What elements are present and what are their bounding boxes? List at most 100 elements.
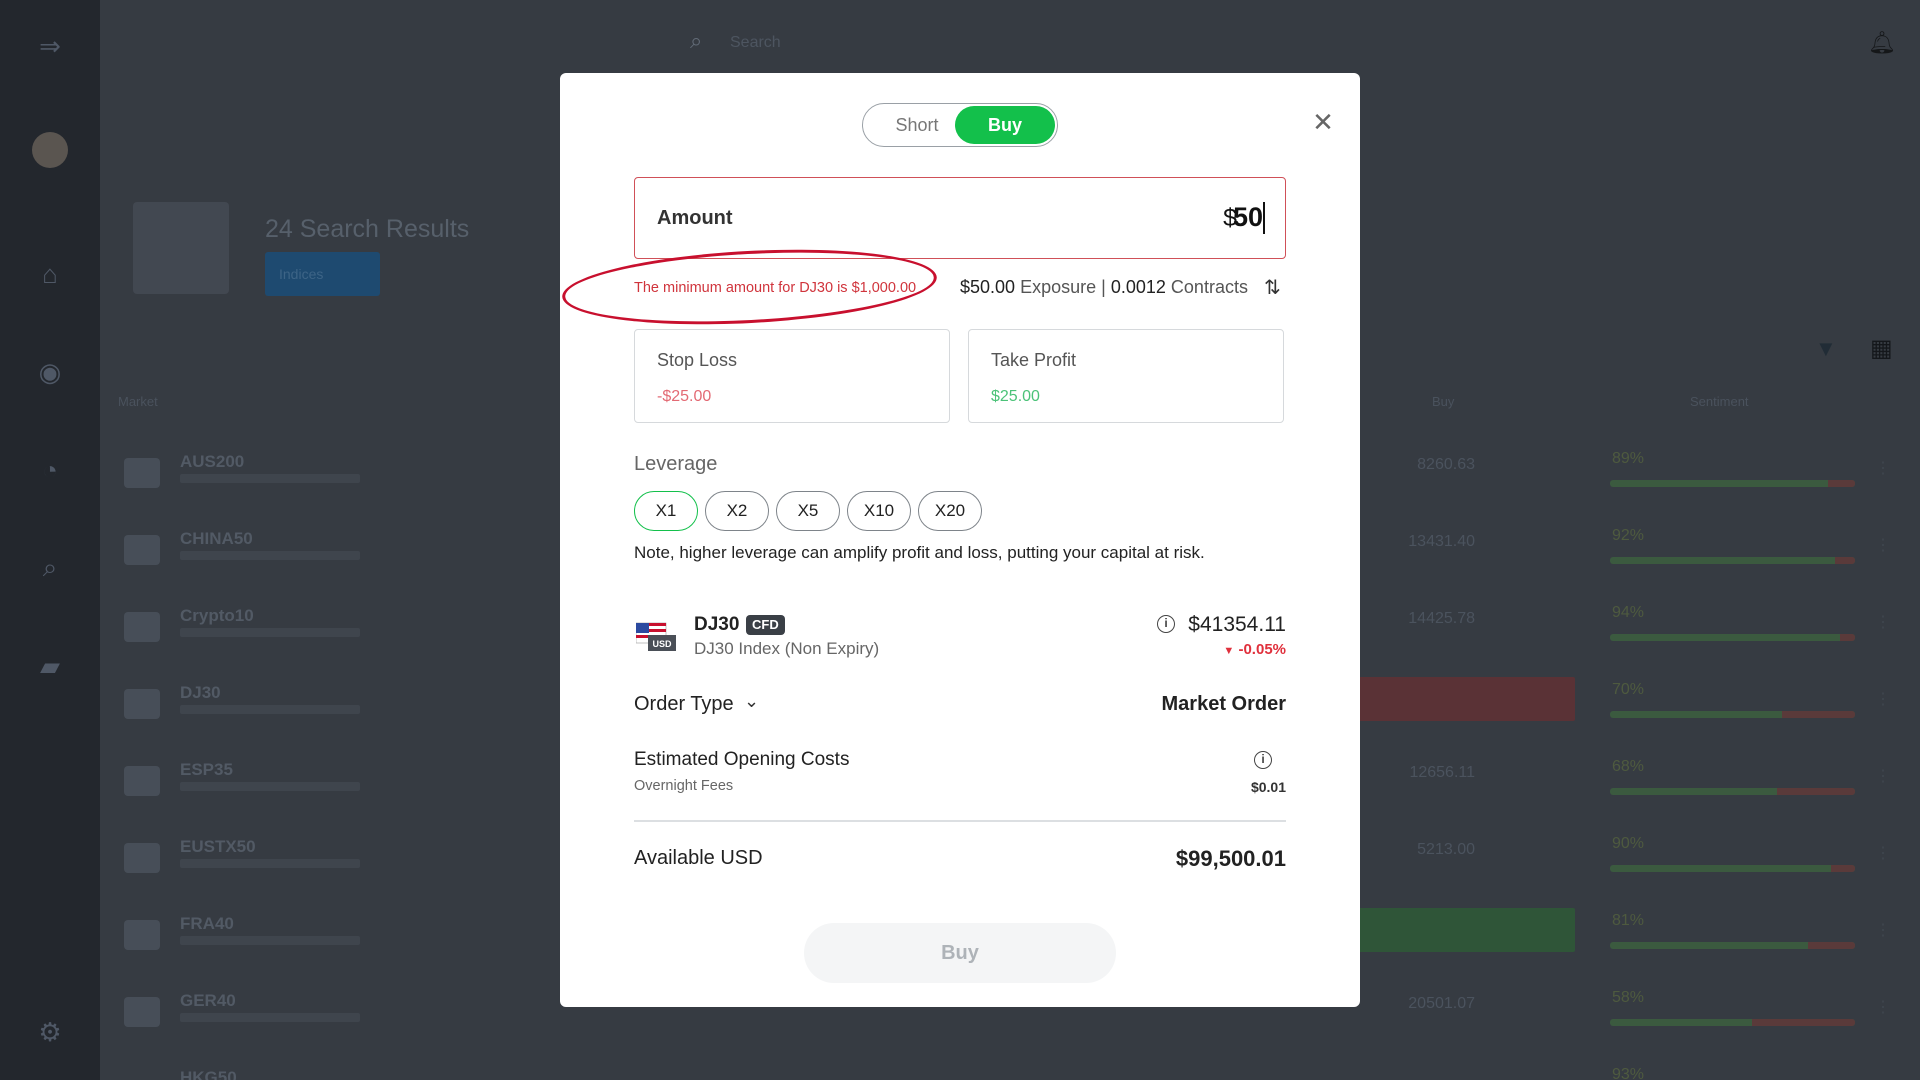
row-menu-icon[interactable]: ⋮	[1875, 766, 1891, 786]
expand-menu-icon[interactable]: ⇒	[30, 26, 70, 66]
order-type-value: Market Order	[1161, 693, 1287, 715]
avatar[interactable]	[32, 132, 68, 168]
search-icon: ⌕	[690, 28, 703, 53]
down-arrow-icon: ▼	[1223, 645, 1235, 657]
leverage-x2-button[interactable]: X2	[705, 491, 769, 531]
trade-modal: Short Buy ✕ Amount $ 50 The minimum amou…	[560, 73, 1360, 1007]
minimum-amount-error: The minimum amount for DJ30 is $1,000.00	[634, 280, 917, 296]
stop-loss-label: Stop Loss	[657, 350, 738, 370]
row-flag	[124, 689, 160, 719]
amount-value[interactable]: 50	[1233, 202, 1263, 233]
grid-view-icon[interactable]: ▦	[1870, 334, 1893, 363]
chevron-down-icon[interactable]: ⌄	[744, 691, 759, 712]
sentiment-bar	[1610, 942, 1855, 949]
row-flag	[124, 535, 160, 565]
stop-loss-field[interactable]: Stop Loss -$25.00	[634, 329, 950, 423]
row-menu-icon[interactable]: ⋮	[1875, 920, 1891, 940]
row-flag	[124, 920, 160, 950]
row-subtitle	[180, 551, 360, 560]
row-subtitle	[180, 474, 360, 483]
costs-info-icon[interactable]: i	[1254, 751, 1272, 769]
order-type-label[interactable]: Order Type	[634, 693, 734, 716]
stop-loss-value: -$25.00	[657, 388, 712, 405]
row-buy-price[interactable]: 20501.07	[1395, 995, 1475, 1013]
row-buy-price[interactable]: 12656.11	[1395, 764, 1475, 782]
cfd-badge: CFD	[746, 615, 785, 635]
column-header-market: Market	[118, 394, 158, 409]
watchlist-icon[interactable]: ◉	[30, 352, 70, 392]
row-menu-icon[interactable]: ⋮	[1875, 612, 1891, 632]
news-icon[interactable]: ▰	[30, 646, 70, 686]
row-flag	[124, 997, 160, 1027]
row-sentiment: 89%	[1612, 450, 1645, 467]
row-menu-icon[interactable]: ⋮	[1875, 535, 1891, 555]
leverage-x10-button[interactable]: X10	[847, 491, 911, 531]
submit-buy-button[interactable]: Buy	[804, 923, 1116, 983]
short-option[interactable]: Short	[877, 104, 957, 146]
amount-label: Amount	[657, 207, 733, 229]
exposure-label: Exposure	[1020, 277, 1097, 297]
row-flag	[124, 612, 160, 642]
exposure-separator: |	[1101, 277, 1106, 297]
swap-units-icon[interactable]: ⇅	[1264, 275, 1281, 300]
sentiment-bar	[1610, 1019, 1855, 1026]
row-sentiment: 58%	[1612, 989, 1645, 1006]
take-profit-label: Take Profit	[991, 350, 1077, 370]
contracts-value: 0.0012	[1110, 277, 1166, 297]
row-symbol: AUS200	[180, 452, 245, 471]
leverage-x1-button[interactable]: X1	[634, 491, 698, 531]
us-flag-icon: USD	[636, 622, 676, 651]
amount-input[interactable]: Amount $ 50	[634, 177, 1286, 259]
leverage-x5-button[interactable]: X5	[776, 491, 840, 531]
row-subtitle	[180, 1013, 360, 1022]
flag-currency-label: USD	[652, 639, 672, 649]
results-title: 24 Search Results	[265, 215, 470, 243]
take-profit-value: $25.00	[991, 388, 1040, 405]
row-sentiment: 94%	[1612, 604, 1645, 621]
row-symbol: FRA40	[180, 914, 234, 933]
sidebar: ⇒ ⌂ ◉ ◔ ⌕ ▰ ⚙	[0, 0, 100, 1080]
available-balance-value: $99,500.01	[1175, 846, 1286, 871]
price-info-icon[interactable]: i	[1157, 615, 1175, 633]
instrument-name: DJ30 Index (Non Expiry)	[694, 639, 880, 658]
row-symbol: DJ30	[180, 683, 221, 702]
contracts-label: Contracts	[1170, 277, 1248, 297]
home-icon[interactable]: ⌂	[30, 254, 70, 294]
row-sentiment: 70%	[1612, 681, 1645, 698]
row-subtitle	[180, 628, 360, 637]
sentiment-bar	[1610, 788, 1855, 795]
table-row[interactable]: HKG50 93%	[100, 1056, 1920, 1080]
row-menu-icon[interactable]: ⋮	[1875, 689, 1891, 709]
leverage-x20-button[interactable]: X20	[918, 491, 982, 531]
overnight-fees-value: $0.01	[1250, 779, 1286, 795]
row-menu-icon[interactable]: ⋮	[1875, 997, 1891, 1017]
filter-icon[interactable]: ▼	[1815, 336, 1837, 362]
row-buy-price[interactable]: 13431.40	[1395, 533, 1475, 551]
instrument-symbol: DJ30	[694, 614, 740, 635]
row-sentiment: 81%	[1612, 912, 1645, 929]
bell-icon[interactable]: 🔔︎	[1868, 30, 1896, 56]
row-menu-icon[interactable]: ⋮	[1875, 458, 1891, 478]
row-subtitle	[180, 936, 360, 945]
row-subtitle	[180, 782, 360, 791]
sentiment-bar	[1610, 557, 1855, 564]
row-symbol: HKG50	[180, 1068, 237, 1080]
search-input[interactable]: Search	[730, 34, 781, 52]
row-buy-price[interactable]: 5213.00	[1395, 841, 1475, 859]
opening-costs-label: Estimated Opening Costs	[634, 749, 850, 770]
row-buy-price[interactable]: 14425.78	[1395, 610, 1475, 628]
buy-option[interactable]: Buy	[955, 106, 1055, 144]
row-menu-icon[interactable]: ⋮	[1875, 843, 1891, 863]
exposure-amount: $50.00	[960, 277, 1016, 297]
settings-gear-icon[interactable]: ⚙	[30, 1012, 70, 1052]
portfolio-icon[interactable]: ◔	[30, 450, 70, 490]
take-profit-field[interactable]: Take Profit $25.00	[968, 329, 1284, 423]
row-symbol: ESP35	[180, 760, 233, 779]
short-buy-toggle[interactable]: Short Buy	[862, 103, 1058, 147]
row-flag	[124, 766, 160, 796]
column-header-sentiment: Sentiment	[1690, 394, 1749, 409]
discover-search-icon[interactable]: ⌕	[30, 548, 70, 588]
row-buy-price[interactable]: 8260.63	[1395, 456, 1475, 474]
close-icon[interactable]: ✕	[1308, 107, 1338, 137]
indices-filter-button[interactable]: Indices	[265, 252, 380, 296]
